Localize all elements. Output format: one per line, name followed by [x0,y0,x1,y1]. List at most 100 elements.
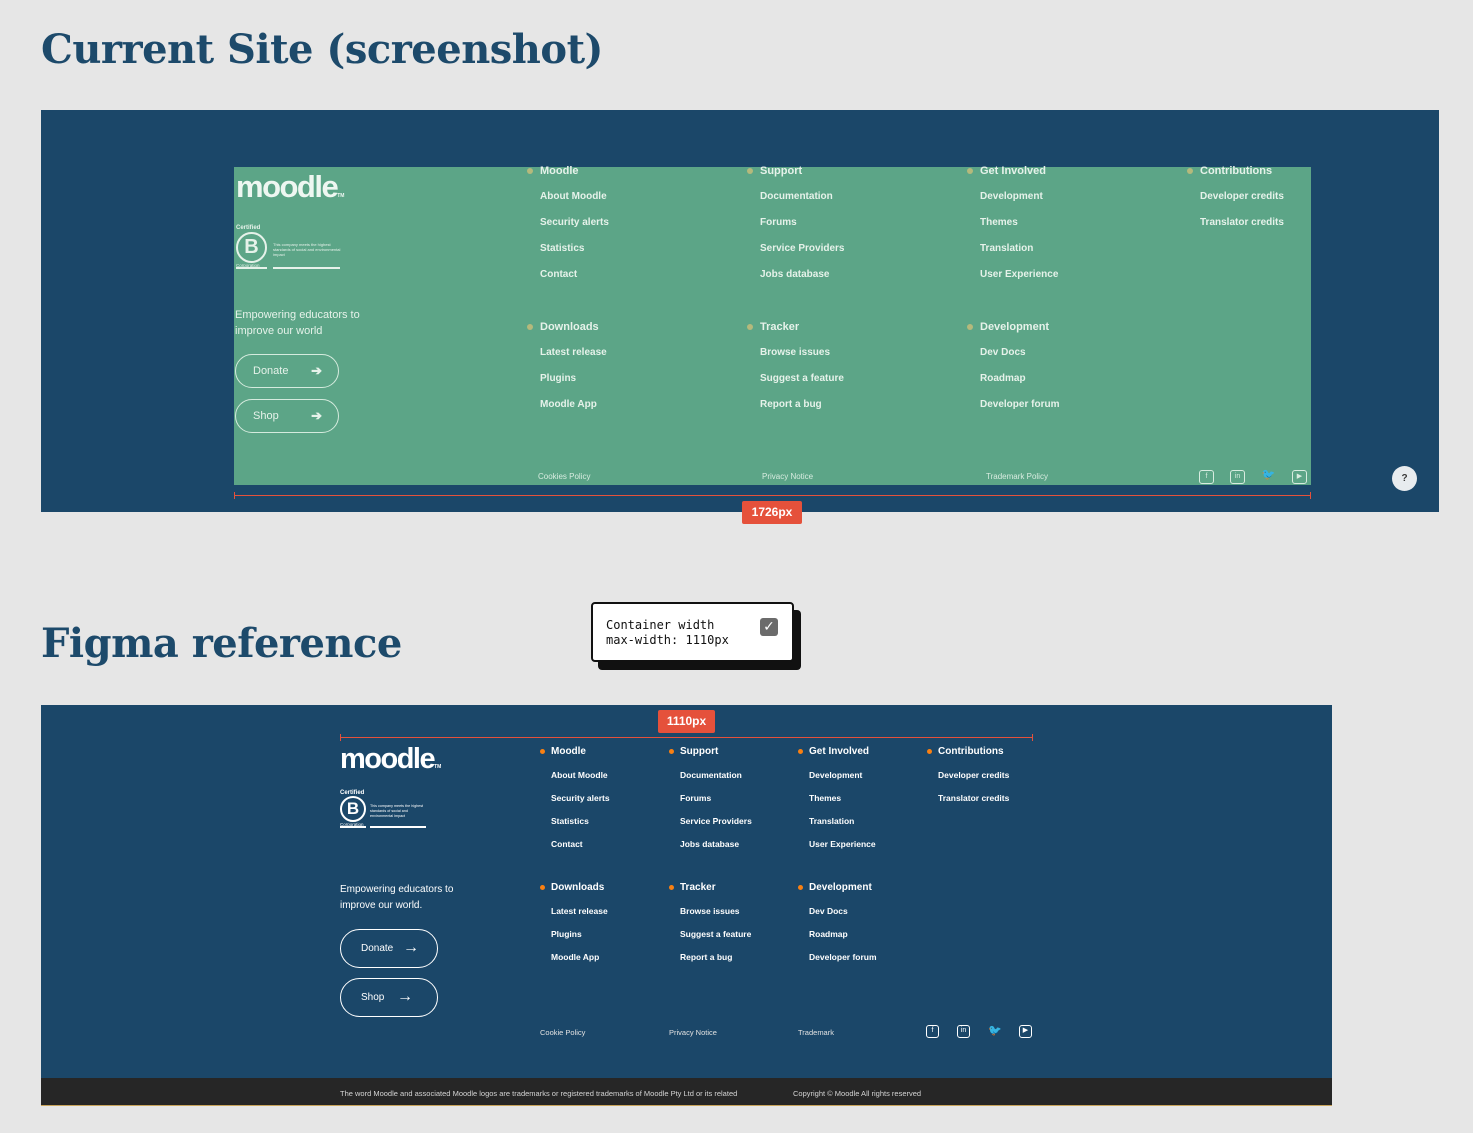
donate-button[interactable]: Donate ➔ [235,354,339,388]
footer-link[interactable]: Plugins [540,929,665,941]
footer-link[interactable]: Report a bug [669,952,794,964]
footer-column-development: Development Dev Docs Roadmap Developer f… [798,882,923,964]
twitter-icon[interactable]: 🐦 [988,1025,1002,1038]
footer-link[interactable]: Latest release [526,347,726,361]
footer-link[interactable]: Translator credits [927,793,1052,805]
privacy-notice-link[interactable]: Privacy Notice [762,472,813,481]
social-links: f in 🐦 ▶ [926,1025,1032,1038]
footer-link[interactable]: Themes [798,793,923,805]
footer-link[interactable]: Security alerts [526,217,726,231]
facebook-icon[interactable]: f [926,1025,939,1038]
footer-link[interactable]: Roadmap [798,929,923,941]
current-footer-overlay: moodleTM Certified B This company meets … [234,165,1311,485]
trademark-notice: The word Moodle and associated Moodle lo… [340,1089,738,1098]
tagline: Empowering educators to improve our worl… [235,309,360,337]
footer-column-get-involved: Get Involved Development Themes Translat… [966,165,1166,283]
footer-column-tracker: Tracker Browse issues Suggest a feature … [746,321,946,413]
legal-bar: The word Moodle and associated Moodle lo… [41,1078,1332,1106]
footer-link[interactable]: Themes [966,217,1166,231]
footer-link[interactable]: User Experience [966,269,1166,283]
footer-link[interactable]: Development [966,191,1166,205]
footer-link[interactable]: Latest release [540,906,665,918]
footer-link[interactable]: About Moodle [526,191,726,205]
footer-link[interactable]: Service Providers [746,243,946,257]
width-ruler [340,734,1033,741]
tagline: Empowering educators to improve our worl… [340,884,454,911]
footer-link[interactable]: Forums [669,793,794,805]
container-width-note: Container width max-width: 1110px ✓ [591,602,794,662]
shop-button[interactable]: Shop ➔ [235,399,339,433]
trademark-link[interactable]: Trademark [798,1028,834,1037]
linkedin-icon[interactable]: in [957,1025,970,1038]
footer-link[interactable]: Translator credits [1186,217,1386,231]
footer-link[interactable]: Browse issues [669,906,794,918]
footer-link[interactable]: Jobs database [746,269,946,283]
donate-button[interactable]: Donate → [340,929,438,968]
footer-link[interactable]: Developer forum [798,952,923,964]
trademark-policy-link[interactable]: Trademark Policy [986,472,1048,481]
current-site-heading: Current Site (screenshot) [41,26,603,73]
footer-link[interactable]: User Experience [798,839,923,851]
footer-link[interactable]: Translation [966,243,1166,257]
figma-reference-heading: Figma reference [41,620,402,667]
footer-link[interactable]: Documentation [746,191,946,205]
footer-link[interactable]: About Moodle [540,770,665,782]
footer-link[interactable]: Statistics [526,243,726,257]
footer-link[interactable]: Contact [526,269,726,283]
youtube-icon[interactable]: ▶ [1019,1025,1032,1038]
footer-link[interactable]: Development [798,770,923,782]
bcorp-icon: B [340,796,366,822]
footer-link[interactable]: Dev Docs [798,906,923,918]
footer-column-development: Development Dev Docs Roadmap Developer f… [966,321,1166,413]
facebook-icon[interactable]: f [1199,470,1214,484]
footer-link[interactable]: Developer credits [927,770,1052,782]
help-button[interactable]: ? [1392,466,1417,491]
footer-link[interactable]: Translation [798,816,923,828]
figma-width-badge: 1110px [658,710,715,733]
current-site-panel: moodleTM Certified B This company meets … [41,110,1439,512]
cookies-policy-link[interactable]: Cookies Policy [538,472,590,481]
shop-button[interactable]: Shop → [340,978,438,1017]
footer-column-contributions: Contributions Developer credits Translat… [1186,165,1386,231]
footer-link[interactable]: Jobs database [669,839,794,851]
footer-column-downloads: Downloads Latest release Plugins Moodle … [526,321,726,413]
arrow-right-icon: ➔ [311,408,322,423]
figma-footer-panel: moodleTM Certified B This company meets … [41,705,1332,1078]
footer-link[interactable]: Security alerts [540,793,665,805]
footer-link[interactable]: Plugins [526,373,726,387]
footer-column-downloads: Downloads Latest release Plugins Moodle … [540,882,665,964]
footer-column-moodle: Moodle About Moodle Security alerts Stat… [526,165,726,283]
privacy-notice-link[interactable]: Privacy Notice [669,1028,717,1037]
footer-link[interactable]: Report a bug [746,399,946,413]
checkbox-checked-icon[interactable]: ✓ [760,618,778,636]
footer-link[interactable]: Moodle App [526,399,726,413]
bcorp-icon: B [236,232,267,263]
moodle-logo[interactable]: moodleTM [236,169,344,205]
arrow-right-icon: → [397,988,413,1005]
footer-link[interactable]: Contact [540,839,665,851]
current-width-badge: 1726px [742,501,802,524]
footer-link[interactable]: Forums [746,217,946,231]
footer-column-support: Support Documentation Forums Service Pro… [746,165,946,283]
footer-link[interactable]: Roadmap [966,373,1166,387]
footer-link[interactable]: Moodle App [540,952,665,964]
footer-column-contributions: Contributions Developer credits Translat… [927,746,1052,805]
footer-link[interactable]: Developer credits [1186,191,1386,205]
footer-link[interactable]: Documentation [669,770,794,782]
linkedin-icon[interactable]: in [1230,470,1245,484]
footer-link[interactable]: Statistics [540,816,665,828]
footer-link[interactable]: Developer forum [966,399,1166,413]
cookie-policy-link[interactable]: Cookie Policy [540,1028,585,1037]
footer-column-tracker: Tracker Browse issues Suggest a feature … [669,882,794,964]
arrow-right-icon: → [403,939,419,956]
bcorp-badge: Certified B This company meets the highe… [340,790,435,828]
youtube-icon[interactable]: ▶ [1292,470,1307,484]
moodle-logo[interactable]: moodleTM [340,743,441,776]
footer-link[interactable]: Suggest a feature [669,929,794,941]
footer-column-moodle: Moodle About Moodle Security alerts Stat… [540,746,665,851]
footer-link[interactable]: Browse issues [746,347,946,361]
footer-link[interactable]: Suggest a feature [746,373,946,387]
footer-link[interactable]: Dev Docs [966,347,1166,361]
twitter-icon[interactable]: 🐦 [1261,470,1276,484]
footer-link[interactable]: Service Providers [669,816,794,828]
